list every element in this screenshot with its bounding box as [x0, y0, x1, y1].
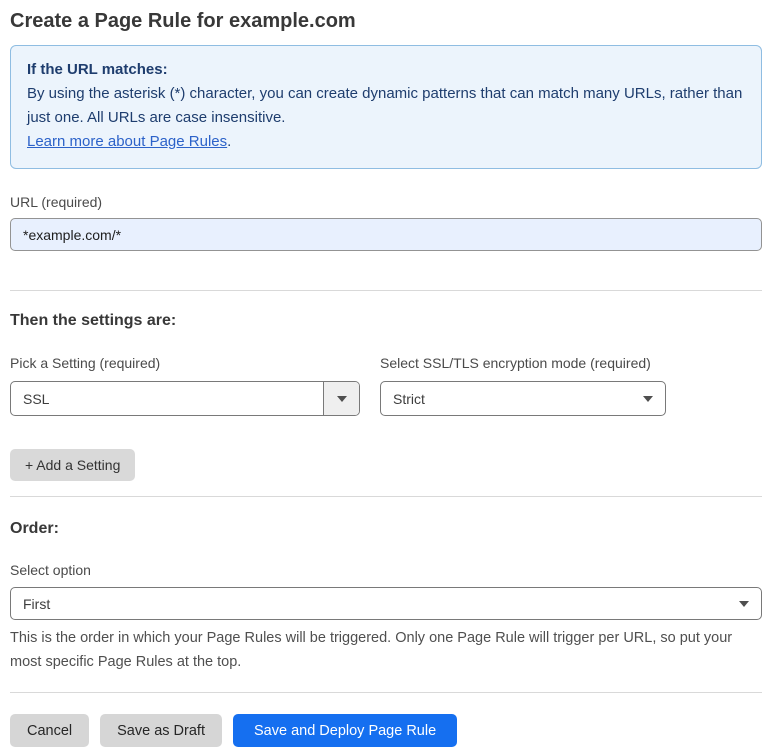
order-select[interactable]: First	[10, 587, 762, 620]
url-match-info-box: If the URL matches: By using the asteris…	[10, 45, 762, 169]
url-field-label: URL (required)	[10, 194, 103, 210]
info-box-body: By using the asterisk (*) character, you…	[27, 85, 743, 126]
divider	[10, 692, 762, 693]
save-as-draft-button[interactable]: Save as Draft	[100, 714, 222, 747]
ssl-mode-select[interactable]: Strict	[380, 381, 666, 416]
divider	[10, 496, 762, 497]
cancel-button[interactable]: Cancel	[10, 714, 90, 747]
order-select-value: First	[23, 595, 51, 612]
ssl-mode-value: Strict	[393, 390, 425, 407]
order-select-label: Select option	[10, 562, 91, 578]
create-page-rule-form: Create a Page Rule for example.com If th…	[0, 7, 772, 747]
page-title: Create a Page Rule for example.com	[10, 10, 356, 32]
chevron-down-icon	[739, 600, 761, 607]
pick-setting-select[interactable]: SSL	[10, 381, 360, 416]
chevron-down-icon	[643, 395, 665, 402]
link-period: .	[227, 133, 232, 150]
pick-setting-field: Pick a Setting (required) SSL	[10, 353, 360, 416]
chevron-down-icon	[323, 382, 359, 415]
learn-more-link[interactable]: Learn more about Page Rules	[27, 133, 227, 150]
order-help-text: This is the order in which your Page Rul…	[10, 630, 733, 670]
settings-section-heading: Then the settings are:	[10, 312, 177, 329]
url-input[interactable]	[10, 218, 762, 251]
ssl-mode-field: Select SSL/TLS encryption mode (required…	[380, 353, 666, 416]
footer-actions: Cancel Save as Draft Save and Deploy Pag…	[10, 714, 762, 747]
pick-setting-label: Pick a Setting (required)	[10, 355, 161, 371]
settings-row: Pick a Setting (required) SSL Select SSL…	[10, 353, 762, 416]
divider	[10, 290, 762, 291]
info-box-heading: If the URL matches:	[27, 61, 168, 78]
save-and-deploy-button[interactable]: Save and Deploy Page Rule	[232, 714, 458, 747]
info-box-link-line: Learn more about Page Rules.	[27, 130, 745, 154]
order-section-heading: Order:	[10, 520, 59, 537]
ssl-mode-label: Select SSL/TLS encryption mode (required…	[380, 355, 651, 371]
add-setting-button[interactable]: + Add a Setting	[10, 449, 136, 481]
pick-setting-value: SSL	[23, 390, 50, 407]
